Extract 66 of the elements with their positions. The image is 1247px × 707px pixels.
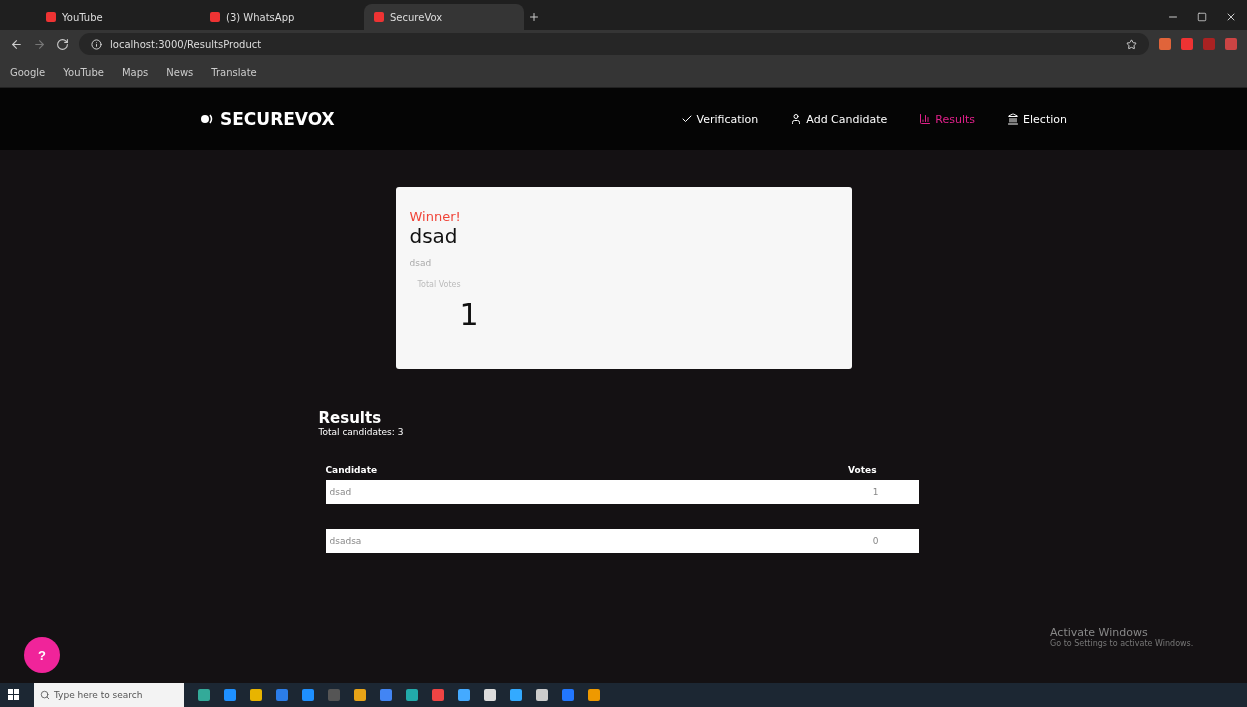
taskbar-app-icon[interactable] [484, 689, 496, 701]
windows-start-icon[interactable] [8, 689, 20, 701]
star-icon[interactable] [1126, 38, 1137, 50]
taskbar-app-icon[interactable] [354, 689, 366, 701]
back-icon[interactable] [10, 37, 23, 51]
winner-name: dsad [409, 224, 458, 248]
column-header: Candidate [325, 465, 378, 475]
bookmark[interactable]: Google [10, 67, 46, 78]
help-button[interactable]: ? [24, 637, 60, 673]
activation-title: Activate Windows [1050, 626, 1149, 639]
activation-message: Go to Settings to activate Windows. [1050, 639, 1194, 648]
bookmark[interactable]: YouTube [63, 67, 104, 78]
candidate-cell: dsadsa [329, 536, 362, 546]
taskbar-app-icon[interactable] [224, 689, 236, 701]
taskbar-app-icon[interactable] [406, 689, 418, 701]
taskbar-app-icon[interactable] [250, 689, 262, 701]
winner-label: Winner! [409, 209, 461, 224]
taskbar-app-icon[interactable] [432, 689, 444, 701]
maximize-icon[interactable] [1197, 12, 1207, 22]
votes-cell: 0 [872, 536, 879, 546]
favicon-icon [210, 12, 220, 22]
reload-icon[interactable] [56, 37, 69, 51]
taskbar-app-icon[interactable] [380, 689, 392, 701]
winner-party: dsad [409, 258, 432, 268]
taskbar-search-field[interactable]: Type here to search [34, 683, 184, 707]
profile-icon[interactable] [1225, 38, 1237, 50]
bookmark[interactable]: Maps [121, 67, 149, 78]
browser-tab[interactable]: YouTube [36, 4, 196, 30]
taskbar-app-icon[interactable] [458, 689, 470, 701]
favicon-icon [374, 12, 384, 22]
nav-link[interactable]: Verification [680, 112, 759, 126]
taskbar-app-icon[interactable] [536, 689, 548, 701]
brand-name: SECUREVOX [220, 109, 335, 129]
chart-icon [919, 113, 932, 125]
browser-tab[interactable]: SecureVox [364, 4, 524, 30]
browser-tab[interactable]: (3) WhatsApp [200, 4, 360, 30]
check-icon [680, 113, 693, 125]
nav-link[interactable]: Results [919, 112, 976, 126]
sound-logo-icon [200, 112, 214, 126]
vote-count: 1 [459, 297, 479, 332]
search-icon [40, 690, 50, 700]
nav-link[interactable]: Election [1007, 112, 1067, 126]
address-bar[interactable]: localhost:3000/ResultsProduct [79, 33, 1149, 55]
bank-icon [1007, 113, 1020, 125]
nav-link[interactable]: Add Candidate [790, 112, 888, 126]
taskbar-app-icon[interactable] [562, 689, 574, 701]
column-header: Votes [848, 465, 877, 475]
results-title: Results [318, 409, 382, 427]
bookmark[interactable]: Translate [211, 67, 257, 78]
candidate-count: Total candidates: 3 [318, 427, 404, 437]
taskbar-app-icon[interactable] [198, 689, 210, 701]
extension-icon[interactable] [1181, 38, 1193, 50]
new-tab-icon[interactable] [528, 11, 540, 23]
favicon-icon [46, 12, 56, 22]
info-icon [91, 38, 102, 50]
taskbar-app-icon[interactable] [276, 689, 288, 701]
taskbar-app-icon[interactable] [510, 689, 522, 701]
bookmark[interactable]: News [166, 67, 194, 78]
votes-cell: 1 [872, 487, 879, 497]
forward-icon[interactable] [33, 37, 46, 51]
taskbar-app-icon[interactable] [302, 689, 314, 701]
close-icon[interactable] [1225, 11, 1237, 23]
user-icon [790, 113, 803, 125]
candidate-cell: dsad [329, 487, 352, 497]
extension-icon[interactable] [1159, 38, 1171, 50]
taskbar-app-icon[interactable] [588, 689, 600, 701]
